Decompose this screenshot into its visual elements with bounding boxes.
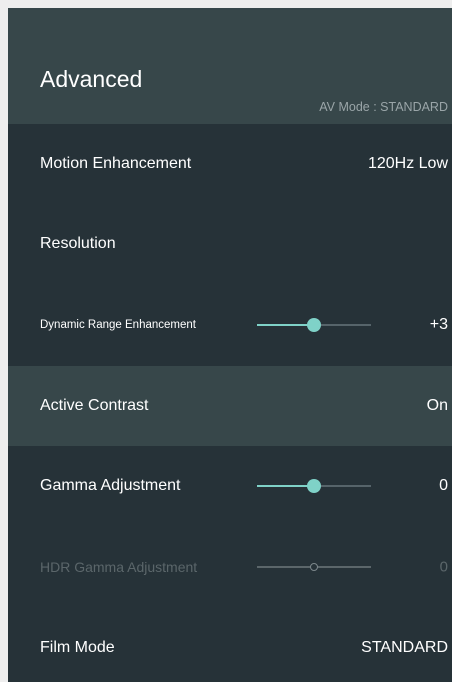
setting-value: 0 xyxy=(439,477,448,494)
setting-label: Motion Enhancement xyxy=(40,155,192,172)
setting-row-active-contrast[interactable]: Active Contrast On xyxy=(8,366,452,446)
setting-value: STANDARD xyxy=(361,639,448,656)
setting-label: Resolution xyxy=(40,235,116,252)
setting-value: On xyxy=(426,397,448,414)
setting-label: Active Contrast xyxy=(40,397,149,414)
setting-row-dynamic-range-enhancement[interactable]: Dynamic Range Enhancement +3 xyxy=(8,285,452,365)
slider-fill xyxy=(257,485,314,487)
hdr-gamma-slider xyxy=(257,560,371,574)
setting-value: +3 xyxy=(429,316,448,333)
slider-knob[interactable] xyxy=(307,318,321,332)
slider-knob[interactable] xyxy=(307,479,321,493)
setting-label: HDR Gamma Adjustment xyxy=(40,559,198,575)
av-mode-status: AV Mode : STANDARD xyxy=(319,100,448,114)
setting-row-film-mode[interactable]: Film Mode STANDARD xyxy=(8,608,452,682)
slider-knob xyxy=(310,563,318,571)
setting-row-gamma-adjustment[interactable]: Gamma Adjustment 0 xyxy=(8,446,452,526)
gamma-slider[interactable] xyxy=(257,479,371,493)
setting-value: 0 xyxy=(439,558,448,576)
setting-row-resolution[interactable]: Resolution xyxy=(8,204,452,284)
dynamic-range-slider[interactable] xyxy=(257,318,371,332)
slider-fill xyxy=(257,324,314,326)
setting-label: Dynamic Range Enhancement xyxy=(40,319,196,331)
setting-label: Gamma Adjustment xyxy=(40,477,181,494)
setting-row-hdr-gamma-adjustment: HDR Gamma Adjustment 0 xyxy=(8,527,452,607)
setting-label: Film Mode xyxy=(40,639,115,656)
setting-value: 120Hz Low xyxy=(367,155,448,172)
setting-row-motion-enhancement[interactable]: Motion Enhancement 120Hz Low xyxy=(8,124,452,204)
panel-header: Advanced AV Mode : STANDARD xyxy=(8,8,452,124)
advanced-settings-panel: Advanced AV Mode : STANDARD Motion Enhan… xyxy=(8,8,452,682)
page-title: Advanced xyxy=(40,66,143,92)
